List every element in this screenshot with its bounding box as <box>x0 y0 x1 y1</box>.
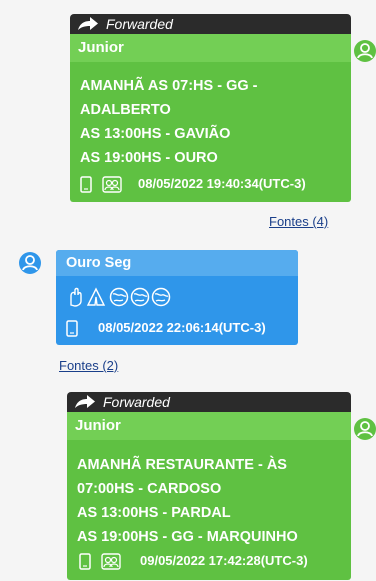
forward-arrow-icon <box>78 17 98 30</box>
message-body: Junior AMANHÃ RESTAURANTE - ÀS 07:00HS -… <box>67 412 351 580</box>
message-line: AMANHÃ RESTAURANTE - ÀS <box>77 457 287 473</box>
user-icon[interactable] <box>18 251 42 275</box>
message-meta: 09/05/2022 17:42:28(UTC-3) <box>77 550 343 572</box>
message-card-3: Forwarded Junior AMANHÃ RESTAURANTE - ÀS… <box>67 392 351 580</box>
message-line: 07:00HS - CARDOSO <box>77 481 222 497</box>
message-text: AMANHÃ RESTAURANTE - ÀS 07:00HS - CARDOS… <box>77 453 343 549</box>
emoji-hand-icon <box>70 287 82 307</box>
phone-icon <box>80 176 92 193</box>
forward-arrow-icon <box>75 395 95 408</box>
timestamp: 08/05/2022 19:40:34(UTC-3) <box>138 176 306 191</box>
message-line: AS 19:00HS - GG - MARQUINHO <box>77 529 298 545</box>
message-card-2: Ouro Seg 08/05/2022 22:06:14(UTC-3) <box>56 250 298 345</box>
phone-icon <box>79 553 91 570</box>
user-icon[interactable] <box>353 417 376 441</box>
message-line: AS 19:00HS - OURO <box>80 150 218 166</box>
contacts-icon[interactable] <box>101 553 121 570</box>
emoji-globe-icon <box>109 287 129 307</box>
forwarded-label: Forwarded <box>106 16 173 32</box>
user-icon[interactable] <box>353 39 376 63</box>
sender-name: Junior <box>67 412 351 440</box>
sender-name: Ouro Seg <box>56 250 298 276</box>
forwarded-label: Forwarded <box>103 394 170 410</box>
message-meta: 08/05/2022 22:06:14(UTC-3) <box>66 317 290 339</box>
sources-link[interactable]: Fontes (4) <box>269 214 328 229</box>
contacts-icon[interactable] <box>102 176 122 193</box>
forwarded-bar: Forwarded <box>70 14 351 34</box>
message-line: ADALBERTO <box>80 102 171 118</box>
emoji-globe-icon <box>130 287 150 307</box>
emoji-globe-icon <box>151 287 171 307</box>
sender-name: Junior <box>70 34 351 62</box>
message-body: Junior AMANHÃ AS 07:HS - GG - ADALBERTO … <box>70 34 351 202</box>
message-meta: 08/05/2022 19:40:34(UTC-3) <box>80 173 343 195</box>
emoji-pray-icon <box>86 287 106 306</box>
timestamp: 08/05/2022 22:06:14(UTC-3) <box>98 320 266 335</box>
message-line: AS 13:00HS - GAVIÃO <box>80 126 231 142</box>
phone-icon <box>66 320 78 337</box>
message-line: AMANHÃ AS 07:HS - GG - <box>80 78 258 94</box>
timestamp: 09/05/2022 17:42:28(UTC-3) <box>140 553 308 568</box>
forwarded-bar: Forwarded <box>67 392 351 412</box>
message-text: AMANHÃ AS 07:HS - GG - ADALBERTO AS 13:0… <box>80 74 343 170</box>
message-card-1: Forwarded Junior AMANHÃ AS 07:HS - GG - … <box>70 14 351 202</box>
emoji-row <box>67 287 187 307</box>
sources-link[interactable]: Fontes (2) <box>59 358 118 373</box>
message-line: AS 13:00HS - PARDAL <box>77 505 231 521</box>
